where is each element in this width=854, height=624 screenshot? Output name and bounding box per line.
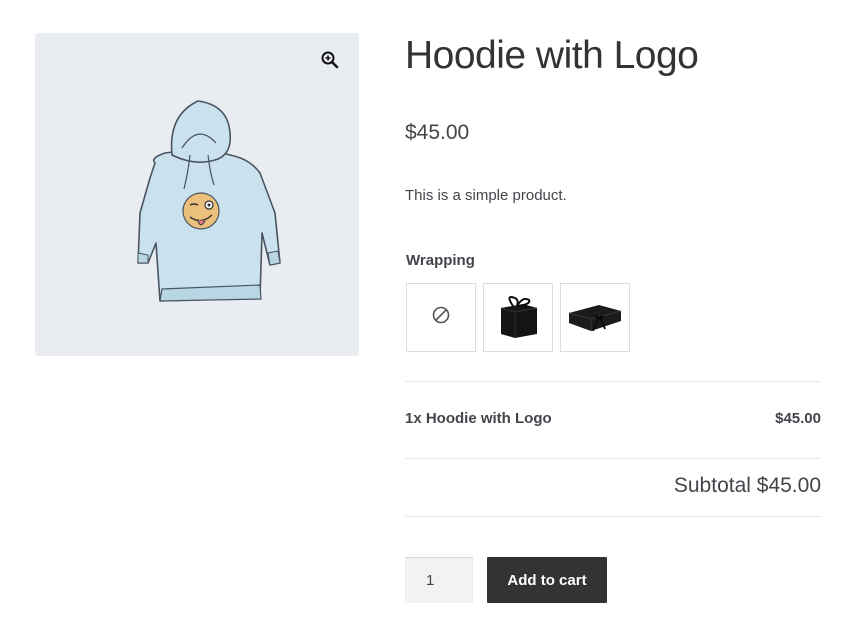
subtotal: Subtotal $45.00 — [673, 474, 821, 497]
quantity-input[interactable] — [405, 557, 473, 603]
zoom-button[interactable] — [315, 47, 345, 77]
divider — [405, 381, 821, 382]
product-image[interactable] — [110, 93, 285, 318]
wrapping-option-magnetic-box[interactable] — [560, 283, 630, 352]
product-price: $45.00 — [405, 121, 470, 144]
product-title: Hoodie with Logo — [405, 34, 699, 77]
no-wrap-icon — [431, 305, 451, 330]
line-item-name: 1x Hoodie with Logo — [405, 410, 552, 427]
divider — [405, 458, 821, 459]
product-description: This is a simple product. — [405, 187, 567, 204]
wrapping-label: Wrapping — [406, 252, 475, 269]
wrapping-option-none[interactable] — [406, 283, 476, 352]
wrapping-option-gift-box[interactable] — [483, 283, 553, 352]
line-item-price: $45.00 — [775, 410, 821, 427]
gift-box-icon — [495, 290, 541, 345]
divider — [405, 516, 821, 517]
gift-box-flat-icon — [565, 295, 625, 340]
product-gallery — [35, 33, 359, 356]
zoom-in-icon — [321, 51, 339, 74]
add-to-cart-button[interactable]: Add to cart — [487, 557, 607, 603]
